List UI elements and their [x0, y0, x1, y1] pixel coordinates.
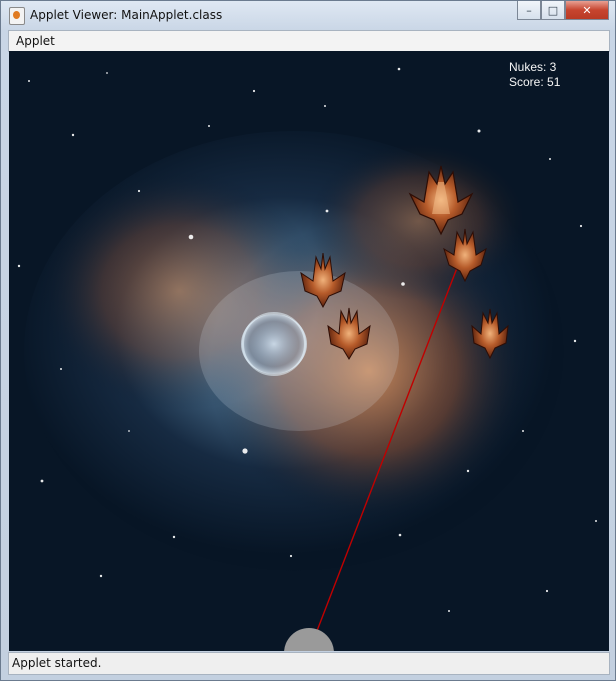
status-text: Applet started. [12, 656, 102, 670]
maximize-icon[interactable]: □ [541, 1, 565, 20]
nukes-counter: Nukes: 3 [509, 60, 557, 74]
score-counter: Score: 51 [509, 75, 561, 89]
status-bar: Applet started. [8, 652, 610, 675]
menu-applet[interactable]: Applet [16, 34, 55, 48]
space-background [9, 51, 609, 651]
window-controls: – □ ✕ [517, 1, 609, 21]
menu-bar: Applet [8, 30, 610, 52]
minimize-icon[interactable]: – [517, 1, 541, 20]
applet-window: Applet Viewer: MainApplet.class – □ ✕ Ap… [0, 0, 616, 681]
game-hud: Nukes: 3 Score: 51 [509, 60, 560, 90]
window-title: Applet Viewer: MainApplet.class [30, 8, 223, 22]
java-icon [9, 7, 25, 25]
close-icon[interactable]: ✕ [565, 1, 609, 20]
title-bar[interactable]: Applet Viewer: MainApplet.class – □ ✕ [1, 1, 615, 29]
game-canvas[interactable]: Nukes: 3 Score: 51 [9, 51, 609, 651]
